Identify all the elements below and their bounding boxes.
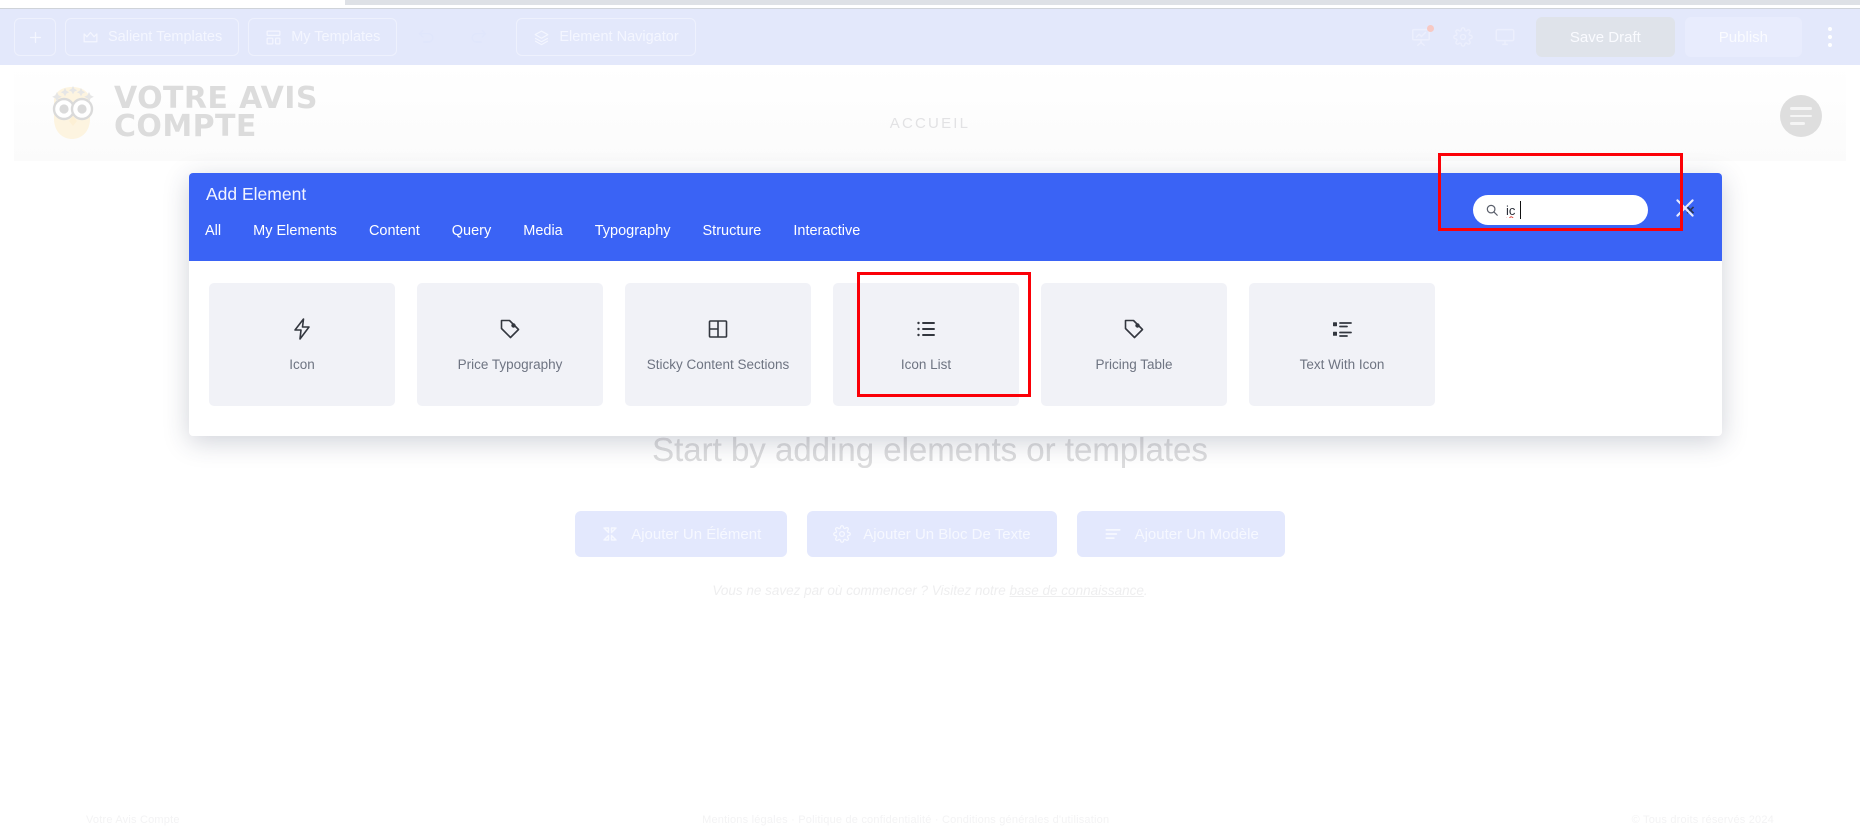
analytics-button[interactable] [1400, 18, 1442, 56]
kebab-menu-icon [1828, 43, 1832, 47]
hamburger-menu-icon[interactable] [1780, 95, 1822, 137]
element-card-label: Price Typography [457, 357, 563, 372]
tab-media[interactable]: Media [523, 223, 585, 239]
empty-state-hint: Vous ne savez par où commencer ? Visitez… [14, 583, 1846, 598]
empty-state: Start by adding elements or templates Aj… [14, 431, 1846, 598]
element-card-sticky-content-sections[interactable]: Sticky Content Sections [625, 283, 811, 406]
element-card-pricing-table[interactable]: Pricing Table [1041, 283, 1227, 406]
modal-header: Add Element All My Elements Content Quer… [189, 173, 1722, 261]
notification-badge [1426, 25, 1434, 32]
toolbar-right-group: Save Draft Publish [1400, 17, 1860, 57]
add-text-block-cta-label: Ajouter Un Bloc De Texte [863, 525, 1031, 543]
salient-templates-button[interactable]: Salient Templates [65, 18, 240, 56]
kebab-menu-icon [1828, 27, 1832, 31]
save-draft-button[interactable]: Save Draft [1535, 17, 1675, 57]
site-header: Votre Avis Compte ACCUEIL [14, 65, 1846, 161]
element-card-icon-list[interactable]: Icon List [833, 283, 1019, 406]
element-card-text-with-icon[interactable]: Text With Icon [1249, 283, 1435, 406]
split-panel-icon [706, 317, 730, 341]
tab-interactive[interactable]: Interactive [793, 223, 882, 239]
my-templates-label: My Templates [291, 29, 381, 45]
site-logo[interactable]: Votre Avis Compte [14, 81, 318, 145]
price-tag-icon [1122, 317, 1146, 341]
site-nav: ACCUEIL [14, 115, 1846, 132]
tab-all[interactable]: All [205, 223, 243, 239]
responsive-preview-button[interactable] [1484, 18, 1526, 56]
element-navigator-button[interactable]: Element Navigator [516, 18, 696, 56]
search-input[interactable] [1499, 202, 1682, 218]
hint-prefix: Vous ne savez par où commencer ? Visitez… [712, 583, 1010, 598]
crown-icon [82, 29, 99, 46]
layout-icon [265, 29, 282, 46]
element-card-label: Icon List [900, 357, 952, 372]
add-element-cta-label: Ajouter Un Élément [631, 525, 762, 543]
knowledge-base-link[interactable]: base de connaissance [1010, 583, 1144, 598]
search-icon [1485, 203, 1499, 217]
close-icon[interactable] [1666, 189, 1704, 227]
my-templates-button[interactable]: My Templates [248, 18, 398, 56]
footer-center-text: Mentions légales · Politique de confiden… [702, 814, 1110, 826]
more-options-button[interactable] [1810, 17, 1850, 57]
modal-title: Add Element [206, 184, 307, 204]
text-cursor [1520, 201, 1521, 219]
undo-button[interactable] [406, 18, 448, 56]
site-logo-text: Votre Avis Compte [114, 83, 318, 142]
browser-tabstrip [345, 0, 1860, 5]
save-draft-label: Save Draft [1569, 28, 1641, 46]
tab-query[interactable]: Query [452, 223, 514, 239]
element-grid: Icon Price Typography Sticky Content Sec… [189, 261, 1722, 432]
bullet-list-icon [914, 317, 938, 341]
lightning-bolt-icon [290, 317, 314, 341]
toolbar-left-group: Salient Templates My Templates Element N… [0, 18, 696, 56]
gear-icon [1453, 27, 1473, 47]
tab-structure[interactable]: Structure [703, 223, 784, 239]
gear-icon [833, 525, 852, 543]
owl-icon [40, 81, 104, 145]
element-navigator-label: Element Navigator [559, 29, 679, 45]
element-card-label: Text With Icon [1299, 357, 1385, 372]
text-with-icon-icon [1330, 317, 1354, 341]
settings-button[interactable] [1442, 18, 1484, 56]
salient-templates-label: Salient Templates [108, 29, 223, 45]
tab-content[interactable]: Content [369, 223, 442, 239]
footer-right-text: © Tous droits réservés 2024 [1631, 814, 1774, 826]
plus-icon [27, 29, 44, 46]
add-text-block-cta[interactable]: Ajouter Un Bloc De Texte [807, 511, 1057, 557]
modal-tabs: All My Elements Content Query Media Typo… [205, 223, 892, 239]
search-box[interactable]: × [1473, 195, 1695, 225]
price-tag-icon [498, 317, 522, 341]
editor-toolbar: Salient Templates My Templates Element N… [0, 9, 1860, 65]
redo-button[interactable] [457, 18, 499, 56]
tab-my-elements[interactable]: My Elements [253, 223, 359, 239]
search-wrapper: × [1473, 195, 1695, 225]
layers-icon [533, 29, 550, 46]
publish-button[interactable]: Publish [1684, 17, 1802, 57]
lines-icon [1103, 524, 1123, 544]
browser-chrome-sliver [0, 0, 1860, 9]
element-card-icon[interactable]: Icon [209, 283, 395, 406]
add-template-cta[interactable]: Ajouter Un Modèle [1076, 511, 1285, 557]
site-footer: Votre Avis Compte Mentions légales · Pol… [14, 788, 1846, 828]
publish-label: Publish [1718, 28, 1768, 46]
add-element-modal: Add Element All My Elements Content Quer… [189, 173, 1722, 436]
empty-state-title: Start by adding elements or templates [14, 431, 1846, 469]
tab-typography[interactable]: Typography [595, 223, 693, 239]
add-element-toolbar-button[interactable] [14, 18, 56, 56]
element-card-label: Sticky Content Sections [646, 357, 790, 372]
nav-item-accueil[interactable]: ACCUEIL [890, 115, 970, 132]
kebab-menu-icon [1828, 35, 1832, 39]
collapse-arrows-icon [601, 525, 619, 543]
add-template-cta-label: Ajouter Un Modèle [1134, 525, 1259, 543]
add-element-cta[interactable]: Ajouter Un Élément [575, 511, 788, 557]
element-card-price-typography[interactable]: Price Typography [417, 283, 603, 406]
footer-left-text: Votre Avis Compte [86, 814, 180, 826]
redo-icon [468, 27, 488, 47]
undo-icon [417, 27, 437, 47]
monitor-icon [1494, 26, 1516, 48]
element-card-label: Icon [289, 357, 315, 372]
hint-suffix: . [1143, 583, 1148, 598]
empty-state-actions: Ajouter Un Élément Ajouter Un Bloc De Te… [14, 511, 1846, 557]
element-card-label: Pricing Table [1095, 357, 1173, 372]
